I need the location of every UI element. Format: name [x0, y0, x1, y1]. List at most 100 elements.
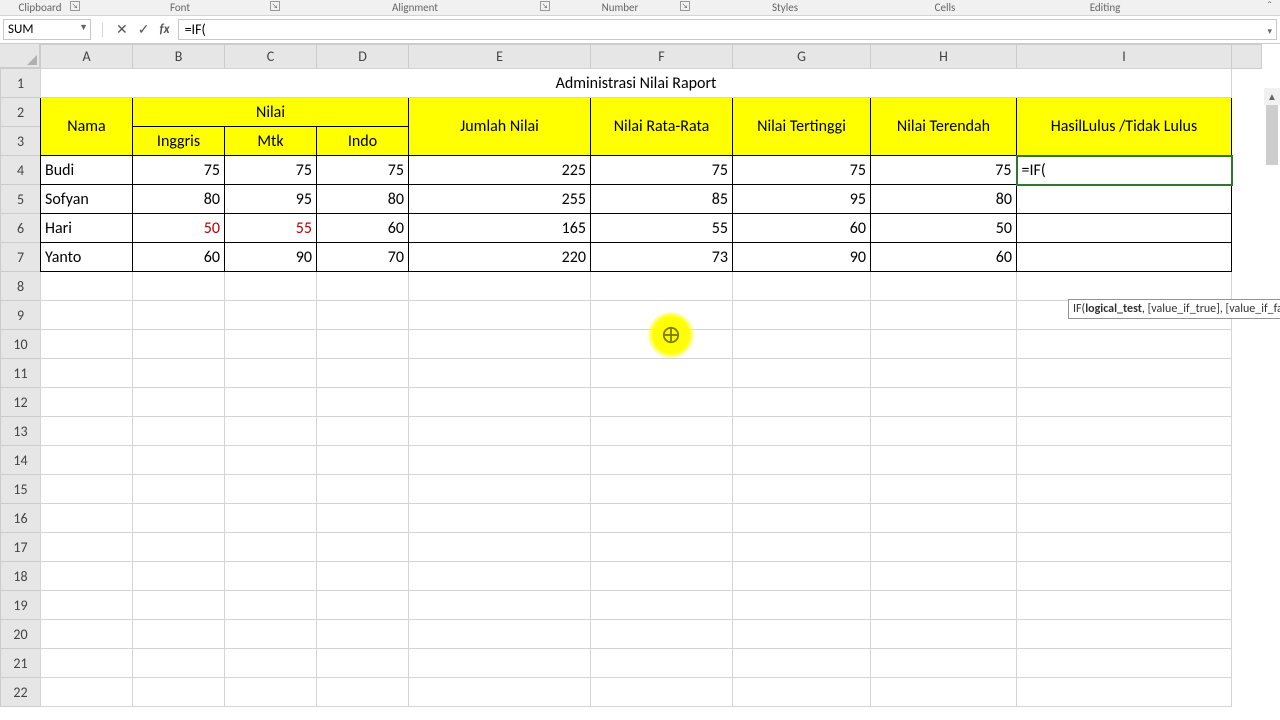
chevron-down-icon[interactable]: ▼: [79, 22, 88, 33]
empty-cell[interactable]: [591, 533, 733, 562]
cell-jumlah[interactable]: 165: [409, 214, 591, 243]
empty-cell[interactable]: [871, 417, 1017, 446]
empty-cell[interactable]: [871, 562, 1017, 591]
empty-cell[interactable]: [733, 446, 871, 475]
empty-cell[interactable]: [317, 475, 409, 504]
empty-cell[interactable]: [133, 649, 225, 678]
empty-cell[interactable]: [133, 620, 225, 649]
empty-cell[interactable]: [871, 330, 1017, 359]
empty-cell[interactable]: [41, 475, 133, 504]
empty-cell[interactable]: [591, 417, 733, 446]
row-header-22[interactable]: 22: [1, 678, 41, 707]
cell-jumlah[interactable]: 255: [409, 185, 591, 214]
empty-cell[interactable]: [41, 678, 133, 707]
col-header-C[interactable]: C: [225, 45, 317, 69]
empty-cell[interactable]: [1017, 388, 1232, 417]
empty-cell[interactable]: [591, 330, 733, 359]
empty-cell[interactable]: [225, 504, 317, 533]
empty-cell[interactable]: [591, 504, 733, 533]
col-header-extra[interactable]: [1232, 45, 1262, 69]
cell-rata[interactable]: 75: [591, 156, 733, 185]
cell-tinggi[interactable]: 90: [733, 243, 871, 272]
empty-cell[interactable]: [591, 649, 733, 678]
empty-cell[interactable]: [1017, 649, 1232, 678]
empty-cell[interactable]: [225, 301, 317, 330]
empty-cell[interactable]: [1017, 272, 1232, 301]
empty-cell[interactable]: [733, 359, 871, 388]
empty-cell[interactable]: [133, 388, 225, 417]
empty-cell[interactable]: [225, 562, 317, 591]
dialog-launcher-icon[interactable]: ↘: [680, 1, 690, 11]
header-indo[interactable]: Indo: [317, 127, 409, 156]
empty-cell[interactable]: [317, 620, 409, 649]
empty-cell[interactable]: [41, 359, 133, 388]
cell-rendah[interactable]: 60: [871, 243, 1017, 272]
empty-cell[interactable]: [225, 649, 317, 678]
header-tinggi[interactable]: Nilai Tertinggi: [733, 98, 871, 156]
row-header-7[interactable]: 7: [1, 243, 41, 272]
empty-cell[interactable]: [133, 272, 225, 301]
empty-cell[interactable]: [733, 678, 871, 707]
cell-jumlah[interactable]: 225: [409, 156, 591, 185]
empty-cell[interactable]: [733, 475, 871, 504]
col-header-F[interactable]: F: [591, 45, 733, 69]
cell-mtk[interactable]: 95: [225, 185, 317, 214]
empty-cell[interactable]: [41, 330, 133, 359]
empty-cell[interactable]: [871, 359, 1017, 388]
empty-cell[interactable]: [733, 272, 871, 301]
row-header-8[interactable]: 8: [1, 272, 41, 301]
col-header-G[interactable]: G: [733, 45, 871, 69]
empty-cell[interactable]: [733, 301, 871, 330]
cell-nama[interactable]: Yanto: [41, 243, 133, 272]
empty-cell[interactable]: [871, 620, 1017, 649]
empty-cell[interactable]: [409, 591, 591, 620]
row-header-2[interactable]: 2: [1, 98, 41, 127]
header-nilai[interactable]: Nilai: [133, 98, 409, 127]
empty-cell[interactable]: [317, 678, 409, 707]
cell-rendah[interactable]: 75: [871, 156, 1017, 185]
empty-cell[interactable]: [225, 446, 317, 475]
empty-cell[interactable]: [133, 330, 225, 359]
empty-cell[interactable]: [409, 359, 591, 388]
row-header-4[interactable]: 4: [1, 156, 41, 185]
empty-cell[interactable]: [871, 446, 1017, 475]
empty-cell[interactable]: [871, 678, 1017, 707]
empty-cell[interactable]: [133, 591, 225, 620]
header-nama[interactable]: Nama: [41, 98, 133, 156]
cell-rata[interactable]: 73: [591, 243, 733, 272]
cell-inggris[interactable]: 75: [133, 156, 225, 185]
cell-hasil[interactable]: [1017, 214, 1232, 243]
empty-cell[interactable]: [409, 475, 591, 504]
empty-cell[interactable]: [41, 591, 133, 620]
empty-cell[interactable]: [871, 301, 1017, 330]
empty-cell[interactable]: [591, 301, 733, 330]
empty-cell[interactable]: [317, 388, 409, 417]
row-header-14[interactable]: 14: [1, 446, 41, 475]
cell-hasil[interactable]: [1017, 243, 1232, 272]
empty-cell[interactable]: [133, 301, 225, 330]
fx-icon[interactable]: fx: [159, 22, 169, 37]
col-header-I[interactable]: I: [1017, 45, 1232, 69]
empty-cell[interactable]: [733, 533, 871, 562]
empty-cell[interactable]: [41, 504, 133, 533]
name-box[interactable]: SUM ▼: [3, 19, 91, 40]
cell-tinggi[interactable]: 60: [733, 214, 871, 243]
cell-nama[interactable]: Hari: [41, 214, 133, 243]
empty-cell[interactable]: [133, 417, 225, 446]
col-header-D[interactable]: D: [317, 45, 409, 69]
row-header-13[interactable]: 13: [1, 417, 41, 446]
empty-cell[interactable]: [1017, 562, 1232, 591]
col-header-H[interactable]: H: [871, 45, 1017, 69]
empty-cell[interactable]: [1017, 504, 1232, 533]
empty-cell[interactable]: [225, 417, 317, 446]
cell-nama[interactable]: Sofyan: [41, 185, 133, 214]
empty-cell[interactable]: [225, 678, 317, 707]
header-mtk[interactable]: Mtk: [225, 127, 317, 156]
cancel-icon[interactable]: ✕: [116, 21, 128, 38]
empty-cell[interactable]: [1017, 678, 1232, 707]
empty-cell[interactable]: [733, 388, 871, 417]
col-header-E[interactable]: E: [409, 45, 591, 69]
cell-nama[interactable]: Budi: [41, 156, 133, 185]
empty-cell[interactable]: [871, 649, 1017, 678]
empty-cell[interactable]: [409, 388, 591, 417]
